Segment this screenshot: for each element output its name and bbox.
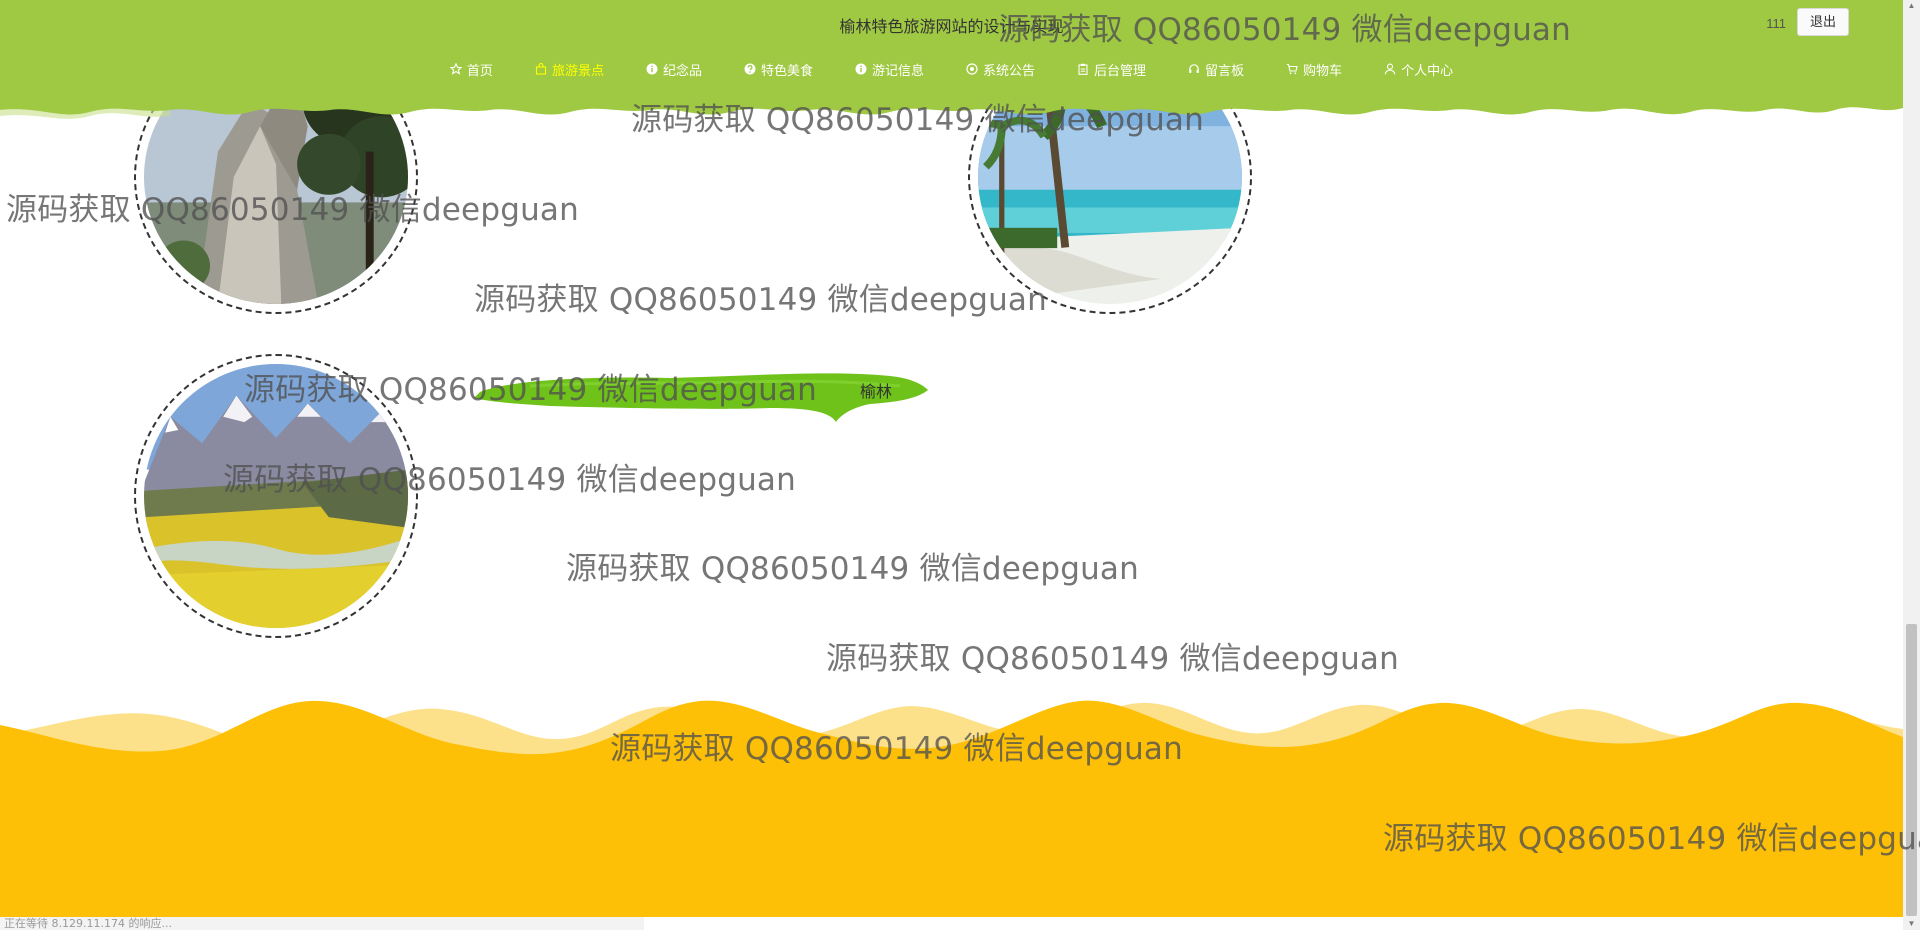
star-icon [449, 63, 462, 75]
compass-icon [966, 63, 978, 75]
nav-item-travelogue[interactable]: 游记信息 [855, 58, 924, 80]
scrollbar-thumb[interactable] [1906, 624, 1917, 916]
nav-item-attractions[interactable]: 旅游景点 [535, 58, 604, 80]
browser-status-bar: 正在等待 8.129.11.174 的响应... [0, 917, 644, 930]
nav-item-label: 后台管理 [1094, 63, 1147, 79]
nav-item-food[interactable]: 特色美食 [744, 58, 813, 80]
footer-waves [0, 695, 1903, 917]
nav-item-home[interactable]: 首页 [449, 58, 493, 80]
scroll-down-arrow-icon[interactable]: ▼ [1903, 918, 1920, 930]
watermark-text: 源码获取 QQ86050149 微信deepguan [474, 282, 1047, 318]
nav-item-label: 购物车 [1303, 63, 1343, 79]
question-icon [744, 63, 756, 75]
nav-item-souvenirs[interactable]: 纪念品 [646, 58, 702, 80]
attraction-image-grassland[interactable] [134, 354, 418, 638]
site-header: 榆林特色旅游网站的设计与实现 111 退出 首页 旅游景点 纪念品 特色美食 游… [0, 0, 1903, 122]
logout-button[interactable]: 退出 [1797, 8, 1849, 36]
clipboard-icon [1077, 63, 1089, 75]
watermark-text: 源码获取 QQ86050149 微信deepguan [826, 641, 1399, 677]
category-label[interactable]: 榆林 [860, 378, 892, 402]
info-icon [855, 63, 867, 75]
cart-icon [1286, 63, 1298, 75]
nav-item-label: 特色美食 [760, 63, 813, 79]
page-scrollbar[interactable]: ▲ ▼ [1903, 0, 1920, 930]
bag-icon [535, 63, 547, 75]
nav-item-admin[interactable]: 后台管理 [1077, 58, 1146, 80]
nav-item-message-board[interactable]: 留言板 [1188, 58, 1244, 80]
nav-item-announcements[interactable]: 系统公告 [966, 58, 1035, 80]
nav-item-label: 个人中心 [1401, 63, 1454, 79]
nav-item-label: 首页 [466, 63, 493, 79]
headset-icon [1188, 63, 1200, 75]
nav-item-label: 游记信息 [871, 63, 924, 79]
site-title: 榆林特色旅游网站的设计与实现 [839, 17, 1064, 36]
watermark-text: 源码获取 QQ86050149 微信deepguan [566, 551, 1139, 587]
user-icon [1384, 63, 1396, 75]
nav-item-profile[interactable]: 个人中心 [1384, 58, 1453, 80]
main-nav: 首页 旅游景点 纪念品 特色美食 游记信息 系统公告 后台管理 留言板 购物车 … [0, 58, 1903, 80]
nav-item-label: 纪念品 [662, 63, 702, 79]
user-name: 111 [1766, 16, 1786, 31]
info-icon [646, 63, 658, 75]
nav-item-cart[interactable]: 购物车 [1286, 58, 1342, 80]
nav-item-label: 留言板 [1205, 63, 1245, 79]
nav-item-label: 系统公告 [983, 63, 1036, 79]
nav-item-label: 旅游景点 [551, 63, 604, 79]
scroll-up-arrow-icon[interactable]: ▲ [1903, 0, 1920, 12]
